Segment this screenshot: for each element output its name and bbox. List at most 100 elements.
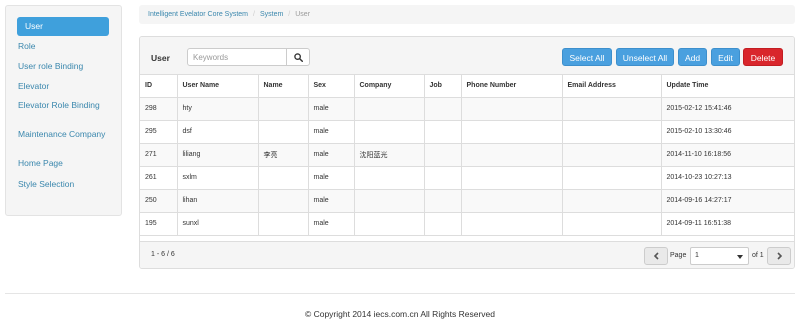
cell-email-address (562, 212, 662, 236)
cell-job (424, 143, 462, 167)
cell-phone-number (461, 120, 563, 144)
page-select[interactable]: 1 (690, 247, 749, 265)
cell-phone-number (461, 97, 563, 121)
sidebar-item-home-page[interactable]: Home Page (18, 159, 110, 168)
cell-phone-number (461, 212, 563, 236)
cell-sex: male (308, 166, 355, 190)
search-icon (293, 52, 303, 62)
table-row[interactable]: 261 sxlm male 2014-10-23 10:27:13 (140, 166, 794, 190)
cell-name (258, 189, 309, 213)
cell-update-time: 2014-11-10 16:18:56 (661, 143, 794, 167)
cell-id: 195 (140, 212, 178, 236)
next-page-button[interactable] (767, 247, 791, 265)
sidebar-item-elevator[interactable]: Elevator (18, 82, 110, 91)
breadcrumb-separator: / (253, 11, 255, 18)
toolbar-label: User (151, 53, 170, 63)
sidebar-item-user[interactable]: User (17, 17, 109, 36)
page-label: Page (670, 252, 687, 259)
column-header-user-name[interactable]: User Name (177, 75, 259, 98)
sidebar-item-maintenance-company[interactable]: Maintenance Company (18, 130, 110, 139)
cell-email-address (562, 97, 662, 121)
cell-name (258, 166, 309, 190)
cell-sex: male (308, 120, 355, 144)
cell-id: 261 (140, 166, 178, 190)
cell-id: 271 (140, 143, 178, 167)
cell-update-time: 2014-09-16 14:27:17 (661, 189, 794, 213)
cell-company (354, 189, 425, 213)
column-header-email-address[interactable]: Email Address (562, 75, 662, 98)
column-header-update-time[interactable]: Update Time (661, 75, 794, 98)
cell-name (258, 212, 309, 236)
column-header-name[interactable]: Name (258, 75, 309, 98)
sidebar-item-user-role-binding[interactable]: User role Binding (18, 62, 110, 71)
cell-email-address (562, 120, 662, 144)
table-row[interactable]: 295 dsf male 2015-02-10 13:30:46 (140, 120, 794, 144)
table-row[interactable]: 195 sunxl male 2014-09-11 16:51:38 (140, 212, 794, 236)
search-button[interactable] (286, 48, 310, 66)
cell-update-time: 2014-10-23 10:27:13 (661, 166, 794, 190)
cell-name: 李亮 (258, 143, 309, 167)
cell-job (424, 120, 462, 144)
cell-user-name: dsf (177, 120, 259, 144)
cell-sex: male (308, 189, 355, 213)
cell-email-address (562, 189, 662, 213)
cell-user-name: sxlm (177, 166, 259, 190)
chevron-left-icon (653, 252, 659, 260)
cell-update-time: 2015-02-10 13:30:46 (661, 120, 794, 144)
cell-sex: male (308, 97, 355, 121)
cell-name (258, 120, 309, 144)
table-row[interactable]: 250 lihan male 2014-09-16 14:27:17 (140, 189, 794, 213)
cell-phone-number (461, 189, 563, 213)
edit-button[interactable]: Edit (711, 48, 740, 66)
page-total-label: of 1 (752, 252, 764, 259)
breadcrumb: Intelligent Evelator Core System / System /… (139, 5, 795, 24)
breadcrumb-section-link[interactable]: System (260, 11, 283, 18)
cell-job (424, 212, 462, 236)
cell-id: 250 (140, 189, 178, 213)
delete-button[interactable]: Delete (743, 48, 783, 66)
table-row[interactable]: 271 liliang 李亮 male 沈阳蓝光 2014-11-10 16:18:56 (140, 143, 794, 167)
cell-user-name: hty (177, 97, 259, 121)
cell-id: 295 (140, 120, 178, 144)
column-header-job[interactable]: Job (424, 75, 462, 98)
breadcrumb-root-link[interactable]: Intelligent Evelator Core System (148, 11, 248, 18)
cell-update-time: 2015-02-12 15:41:46 (661, 97, 794, 121)
cell-update-time: 2014-09-11 16:51:38 (661, 212, 794, 236)
caret-down-icon (737, 255, 743, 259)
add-button[interactable]: Add (678, 48, 707, 66)
column-header-phone-number[interactable]: Phone Number (461, 75, 563, 98)
cell-job (424, 97, 462, 121)
sidebar-nav: User Role User role Binding Elevator Ele… (5, 5, 122, 216)
copyright-text: © Copyright 2014 iecs.com.cn All Rights … (304, 309, 496, 319)
table-row[interactable]: 298 hty male 2015-02-12 15:41:46 (140, 97, 794, 121)
cell-email-address (562, 166, 662, 190)
column-header-company[interactable]: Company (354, 75, 425, 98)
cell-company (354, 212, 425, 236)
cell-company: 沈阳蓝光 (354, 143, 425, 167)
pagination-bar: 1 - 6 / 6 Page 1 of 1 (140, 241, 794, 268)
sidebar-item-elevator-role-binding[interactable]: Elevator Role Binding (18, 101, 110, 110)
sidebar-item-style-selection[interactable]: Style Selection (18, 180, 110, 189)
cell-name (258, 97, 309, 121)
cell-job (424, 166, 462, 190)
user-panel: User Select All Unselect All Add Edit De… (139, 36, 795, 269)
search-input[interactable] (187, 48, 287, 66)
prev-page-button[interactable] (644, 247, 668, 265)
sidebar-item-role[interactable]: Role (18, 42, 110, 51)
breadcrumb-current: User (295, 11, 311, 18)
toolbar: User Select All Unselect All Add Edit De… (140, 37, 794, 75)
column-header-sex[interactable]: Sex (308, 75, 355, 98)
footer-divider (5, 293, 795, 294)
cell-user-name: lihan (177, 189, 259, 213)
page-select-value: 1 (695, 252, 699, 259)
user-table: ID User Name Name Sex Company Job Phone … (140, 75, 794, 236)
cell-phone-number (461, 143, 563, 167)
column-header-id[interactable]: ID (140, 75, 178, 98)
cell-sex: male (308, 212, 355, 236)
cell-email-address (562, 143, 662, 167)
unselect-all-button[interactable]: Unselect All (616, 48, 674, 66)
breadcrumb-separator: / (288, 11, 291, 18)
select-all-button[interactable]: Select All (562, 48, 612, 66)
table-header-row: ID User Name Name Sex Company Job Phone … (140, 75, 794, 98)
chevron-right-icon (776, 252, 782, 260)
